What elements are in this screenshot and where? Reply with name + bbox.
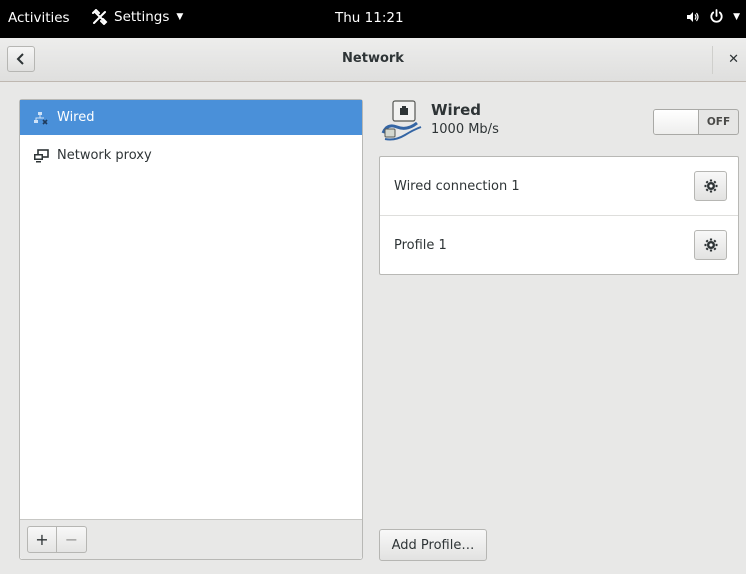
- remove-device-button[interactable]: −: [57, 526, 87, 553]
- sidebar-item-label: Network proxy: [57, 148, 152, 163]
- network-proxy-icon: [34, 148, 49, 162]
- sidebar-item-network-proxy[interactable]: Network proxy: [20, 138, 362, 173]
- device-list: Wired Network proxy + −: [19, 99, 363, 560]
- header-separator: [712, 46, 713, 74]
- app-menu[interactable]: Settings ▼: [91, 9, 183, 25]
- profile-row[interactable]: Wired connection 1: [380, 157, 738, 216]
- ethernet-card-icon: [381, 100, 422, 141]
- power-icon: [710, 9, 723, 23]
- sidebar-toolbar: + −: [20, 519, 362, 559]
- profile-name: Profile 1: [394, 238, 447, 253]
- clock[interactable]: Thu 11:21: [335, 10, 404, 26]
- settings-tools-icon: [92, 9, 108, 25]
- wired-network-icon: [34, 111, 48, 125]
- sidebar-item-wired[interactable]: Wired: [20, 100, 362, 135]
- close-icon: ✕: [728, 52, 739, 67]
- device-power-switch[interactable]: OFF: [653, 109, 739, 135]
- close-button[interactable]: ✕: [728, 52, 739, 67]
- caret-down-icon: ▼: [176, 12, 184, 22]
- add-device-button[interactable]: +: [27, 526, 57, 553]
- header-bar: Network ✕: [0, 38, 746, 82]
- caret-down-icon: ▼: [733, 11, 740, 22]
- switch-state-label: OFF: [706, 116, 731, 128]
- profile-settings-button[interactable]: [694, 171, 727, 201]
- gear-icon: [704, 238, 717, 252]
- switch-knob: [654, 110, 699, 134]
- device-name: Wired: [431, 101, 481, 119]
- volume-icon: [687, 11, 699, 22]
- system-menu[interactable]: ▼: [686, 9, 740, 24]
- sidebar-item-label: Wired: [57, 110, 95, 125]
- profile-row[interactable]: Profile 1: [380, 216, 738, 275]
- app-menu-label: Settings: [114, 9, 170, 25]
- device-header: Wired 1000 Mb/s OFF: [381, 99, 739, 149]
- gear-icon: [704, 179, 717, 193]
- window-title: Network: [342, 51, 404, 66]
- profile-list: Wired connection 1 Profile 1: [379, 156, 739, 275]
- add-profile-button[interactable]: Add Profile…: [379, 529, 487, 561]
- top-bar: Activities Settings ▼ Thu 11:21 ▼: [0, 0, 746, 38]
- activities-button[interactable]: Activities: [8, 10, 70, 26]
- device-speed: 1000 Mb/s: [431, 122, 499, 137]
- profile-name: Wired connection 1: [394, 178, 520, 194]
- profile-settings-button[interactable]: [694, 230, 727, 260]
